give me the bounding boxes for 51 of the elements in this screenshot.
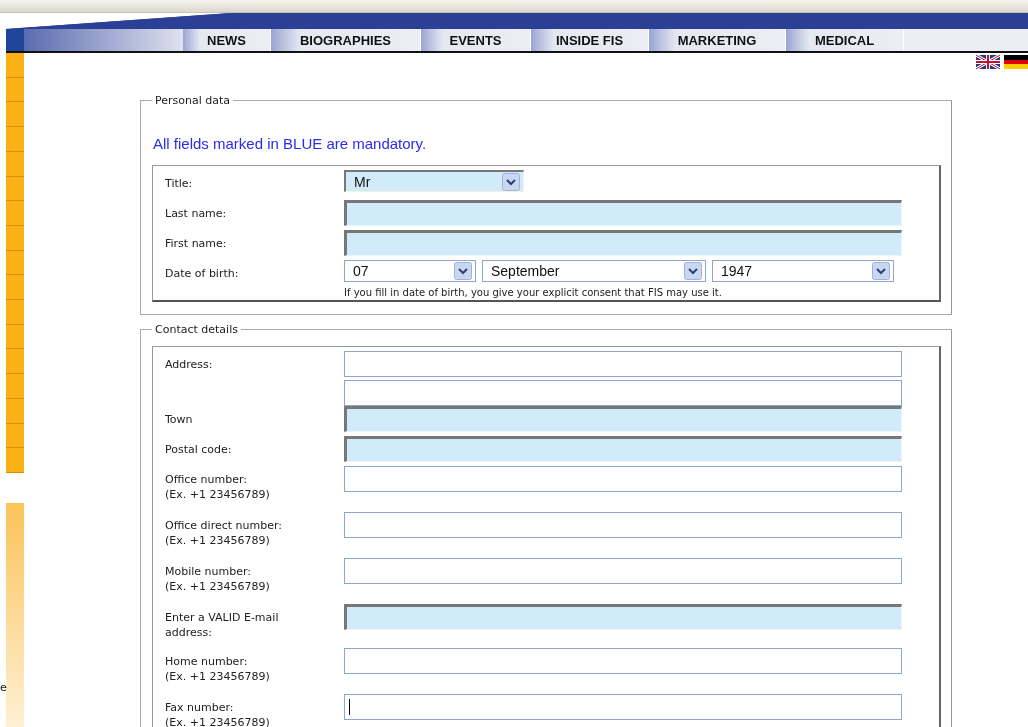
text-field[interactable] xyxy=(344,230,902,256)
field-hint: (Ex. +1 23456789) xyxy=(165,715,271,727)
text-field[interactable] xyxy=(344,200,902,226)
field-label: Address: xyxy=(165,357,214,372)
field-label: Date of birth: xyxy=(165,266,240,281)
chevron-down-icon xyxy=(502,172,520,191)
chevron-down-icon xyxy=(684,262,702,280)
section-legend: Contact details xyxy=(152,323,241,336)
text-field[interactable] xyxy=(344,380,902,406)
field-hint: (Ex. +1 23456789) xyxy=(165,487,271,502)
field-label: Office direct number: xyxy=(165,518,283,533)
chevron-down-icon xyxy=(872,262,890,280)
dropdown[interactable]: September xyxy=(482,260,706,282)
dropdown[interactable]: Mr xyxy=(344,170,524,192)
text-field[interactable] xyxy=(344,648,902,674)
field-label: Fax number: xyxy=(165,700,235,715)
field-hint: (Ex. +1 23456789) xyxy=(165,579,271,594)
sidebar-text: e xyxy=(0,681,7,694)
text-field[interactable] xyxy=(344,466,902,492)
field-label: Enter a VALID E-mail address: xyxy=(165,610,280,640)
field-label: Home number: xyxy=(165,654,249,669)
chevron-down-icon xyxy=(454,262,472,280)
text-field[interactable] xyxy=(344,406,902,432)
field-label: Postal code: xyxy=(165,442,233,457)
dropdown[interactable]: 07 xyxy=(344,260,476,282)
nav-tab[interactable]: NEWS xyxy=(183,29,271,51)
field-label: Last name: xyxy=(165,206,228,221)
text-field[interactable] xyxy=(344,512,902,538)
field-label: Office number: xyxy=(165,472,249,487)
german-flag-icon[interactable] xyxy=(1004,55,1028,69)
text-field[interactable] xyxy=(344,558,902,584)
field-label: Mobile number: xyxy=(165,564,253,579)
text-field[interactable] xyxy=(344,436,902,462)
text-field[interactable] xyxy=(344,604,902,630)
dropdown[interactable]: 1947 xyxy=(712,260,894,282)
nav-tab[interactable]: MARKETING xyxy=(649,29,786,51)
uk-flag-icon[interactable] xyxy=(976,55,1000,69)
field-hint: (Ex. +1 23456789) xyxy=(165,533,271,548)
text-field[interactable] xyxy=(344,694,902,720)
field-hint: (Ex. +1 23456789) xyxy=(165,669,271,684)
consent-note: If you fill in date of birth, you give your explicit consent that FIS may use it. xyxy=(344,287,723,298)
nav-tab[interactable]: MEDICAL xyxy=(786,29,904,51)
nav-tab[interactable]: INSIDE FIS xyxy=(531,29,649,51)
field-label: Title: xyxy=(165,176,194,191)
field-label: Town xyxy=(165,412,194,427)
nav-tab[interactable]: BIOGRAPHIES xyxy=(271,29,421,51)
section-legend: Personal data xyxy=(152,94,234,107)
field-label: First name: xyxy=(165,236,228,251)
mandatory-notice: All fields marked in BLUE are mandatory. xyxy=(153,135,428,152)
nav-tab[interactable]: EVENTS xyxy=(421,29,531,51)
text-field[interactable] xyxy=(344,351,902,377)
